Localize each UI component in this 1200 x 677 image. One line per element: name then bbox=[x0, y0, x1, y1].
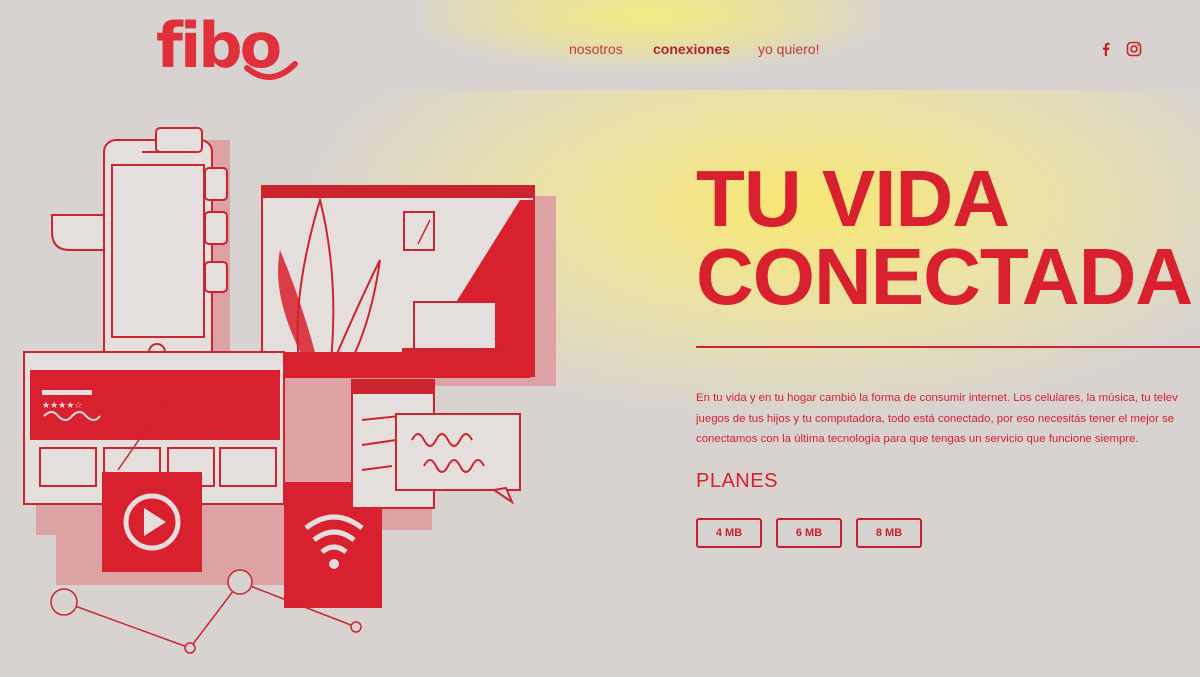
facebook-icon[interactable] bbox=[1098, 41, 1114, 57]
hero-description: En tu vida y en tu hogar cambió la forma… bbox=[696, 388, 1200, 450]
browser-window bbox=[261, 185, 535, 378]
rating-stars: ★★★★☆ bbox=[42, 401, 82, 411]
description-line: juegos de tus hijos y tu computadora, to… bbox=[696, 412, 1175, 425]
logo-swoosh bbox=[244, 61, 298, 80]
description-line: conectamos con la última tecnología para… bbox=[696, 433, 1139, 445]
nav-link-nosotros[interactable]: nosotros bbox=[569, 41, 623, 57]
plan-6mb-button[interactable]: 6 MB bbox=[776, 518, 842, 548]
plan-8mb-button[interactable]: 8 MB bbox=[856, 518, 922, 548]
nav-link-conexiones[interactable]: conexiones bbox=[653, 41, 730, 57]
plans-heading: PLANES bbox=[696, 470, 778, 492]
hero-title-line1: TU VIDA bbox=[696, 154, 1010, 243]
hero-title-line2: CONECTADA bbox=[696, 232, 1193, 321]
connected-life-illustration: ★★★★☆ bbox=[23, 127, 556, 654]
instagram-icon[interactable] bbox=[1126, 41, 1142, 57]
nav-link-yo-quiero[interactable]: yo quiero! bbox=[758, 41, 819, 57]
social-links bbox=[1098, 41, 1142, 57]
background-glow bbox=[420, 0, 880, 70]
hero-title: TU VIDA CONECTADA bbox=[696, 154, 1193, 321]
chat-bubbles bbox=[351, 379, 521, 509]
description-line: En tu vida y en tu hogar cambió la forma… bbox=[696, 392, 1178, 404]
video-play-tile bbox=[102, 472, 202, 572]
smartphone bbox=[51, 127, 228, 371]
plan-4mb-button[interactable]: 4 MB bbox=[696, 518, 762, 548]
divider bbox=[696, 346, 1200, 348]
